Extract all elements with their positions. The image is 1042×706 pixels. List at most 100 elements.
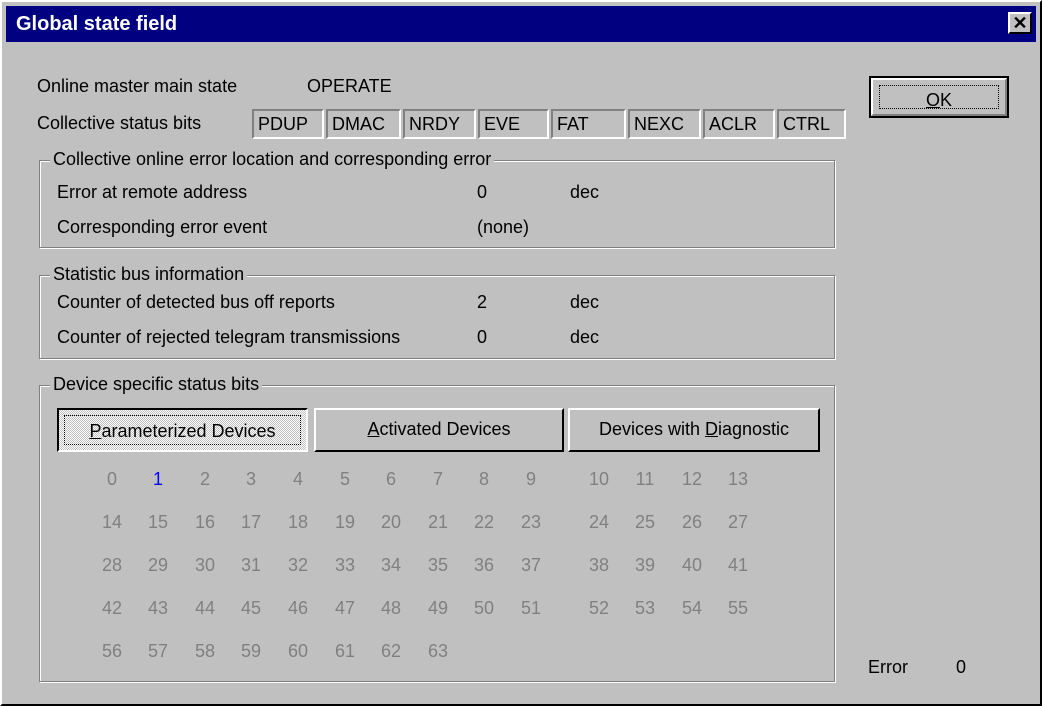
device-number: 6 [385, 469, 396, 489]
device-number: 32 [287, 555, 309, 575]
device-number: 61 [334, 641, 356, 661]
device-number: 10 [588, 469, 610, 489]
device-number: 3 [245, 469, 256, 489]
remote-address-unit: dec [570, 182, 600, 202]
status-bit-dmac: DMAC [326, 109, 401, 139]
device-number: 22 [473, 512, 495, 532]
device-number: 53 [634, 598, 656, 618]
device-number: 60 [287, 641, 309, 661]
device-number: 31 [240, 555, 262, 575]
dialog-window: Global state field ✕ Online master main … [0, 0, 1042, 706]
device-number: 24 [588, 512, 610, 532]
remote-address-value: 0 [477, 182, 488, 202]
device-number: 45 [240, 598, 262, 618]
status-bit-ctrl: CTRL [777, 109, 846, 139]
error-status-label: Error [868, 657, 908, 677]
device-number: 39 [634, 555, 656, 575]
device-number: 54 [681, 598, 703, 618]
devices-with-diagnostic-button[interactable]: Devices with Diagnostic [568, 408, 820, 452]
device-number: 56 [101, 641, 123, 661]
device-number: 12 [681, 469, 703, 489]
device-number: 58 [194, 641, 216, 661]
device-number: 27 [727, 512, 749, 532]
device-number: 50 [473, 598, 495, 618]
device-number: 62 [380, 641, 402, 661]
device-number: 23 [520, 512, 542, 532]
status-bit-fat: FAT [551, 109, 626, 139]
device-number: 28 [101, 555, 123, 575]
window-title: Global state field [16, 13, 178, 35]
device-number: 9 [525, 469, 536, 489]
error-event-value: (none) [477, 217, 530, 237]
device-number: 29 [147, 555, 169, 575]
device-number: 42 [101, 598, 123, 618]
status-bit-aclr: ACLR [703, 109, 775, 139]
device-number: 7 [432, 469, 443, 489]
close-button[interactable]: ✕ [1008, 12, 1032, 34]
device-number: 4 [292, 469, 303, 489]
device-number: 36 [473, 555, 495, 575]
device-number: 30 [194, 555, 216, 575]
device-number: 63 [427, 641, 449, 661]
status-bit-eve: EVE [478, 109, 549, 139]
status-bit-pdup: PDUP [252, 109, 324, 139]
device-number: 57 [147, 641, 169, 661]
device-number: 49 [427, 598, 449, 618]
device-number: 43 [147, 598, 169, 618]
device-number: 51 [520, 598, 542, 618]
device-number: 59 [240, 641, 262, 661]
device-number: 19 [334, 512, 356, 532]
device-number: 48 [380, 598, 402, 618]
device-number: 25 [634, 512, 656, 532]
error-location-title: Collective online error location and cor… [50, 149, 495, 170]
parameterized-devices-button[interactable]: Parameterized Devices [57, 408, 308, 452]
status-bit-nexc: NEXC [628, 109, 701, 139]
error-status-value: 0 [956, 657, 967, 677]
bus-off-label: Counter of detected bus off reports [57, 292, 335, 312]
remote-address-label: Error at remote address [57, 182, 248, 202]
error-event-label: Corresponding error event [57, 217, 268, 237]
device-number: 38 [588, 555, 610, 575]
device-number: 46 [287, 598, 309, 618]
ok-button-label: OK [879, 85, 999, 110]
status-bits-label: Collective status bits [37, 113, 202, 133]
master-state-label: Online master main state [37, 76, 238, 96]
device-number: 13 [727, 469, 749, 489]
device-number: 26 [681, 512, 703, 532]
activated-devices-button[interactable]: Activated Devices [314, 408, 564, 452]
bus-off-value: 2 [477, 292, 488, 312]
device-bits-title: Device specific status bits [50, 374, 263, 395]
close-icon: ✕ [1012, 13, 1028, 33]
device-number: 37 [520, 555, 542, 575]
device-number: 34 [380, 555, 402, 575]
device-number: 14 [101, 512, 123, 532]
device-number: 35 [427, 555, 449, 575]
device-number: 1 [152, 469, 163, 489]
device-number: 0 [106, 469, 117, 489]
device-number: 11 [635, 469, 655, 489]
device-number: 21 [427, 512, 449, 532]
title-bar[interactable]: Global state field ✕ [6, 6, 1036, 42]
device-number: 8 [478, 469, 489, 489]
device-number: 44 [194, 598, 216, 618]
rejected-unit: dec [570, 327, 600, 347]
status-bit-nrdy: NRDY [403, 109, 476, 139]
device-number: 18 [287, 512, 309, 532]
device-number: 41 [727, 555, 749, 575]
device-number: 2 [199, 469, 210, 489]
master-state-value: OPERATE [307, 76, 392, 96]
device-number: 47 [334, 598, 356, 618]
ok-button[interactable]: OK [869, 76, 1009, 118]
device-number: 55 [727, 598, 749, 618]
bus-off-unit: dec [570, 292, 600, 312]
device-number: 15 [147, 512, 169, 532]
rejected-value: 0 [477, 327, 488, 347]
device-number: 16 [194, 512, 216, 532]
bus-info-title: Statistic bus information [50, 264, 248, 285]
device-number: 52 [588, 598, 610, 618]
device-number: 33 [334, 555, 356, 575]
rejected-label: Counter of rejected telegram transmissio… [57, 327, 401, 347]
device-number: 5 [339, 469, 350, 489]
device-number: 17 [240, 512, 262, 532]
device-number: 20 [380, 512, 402, 532]
